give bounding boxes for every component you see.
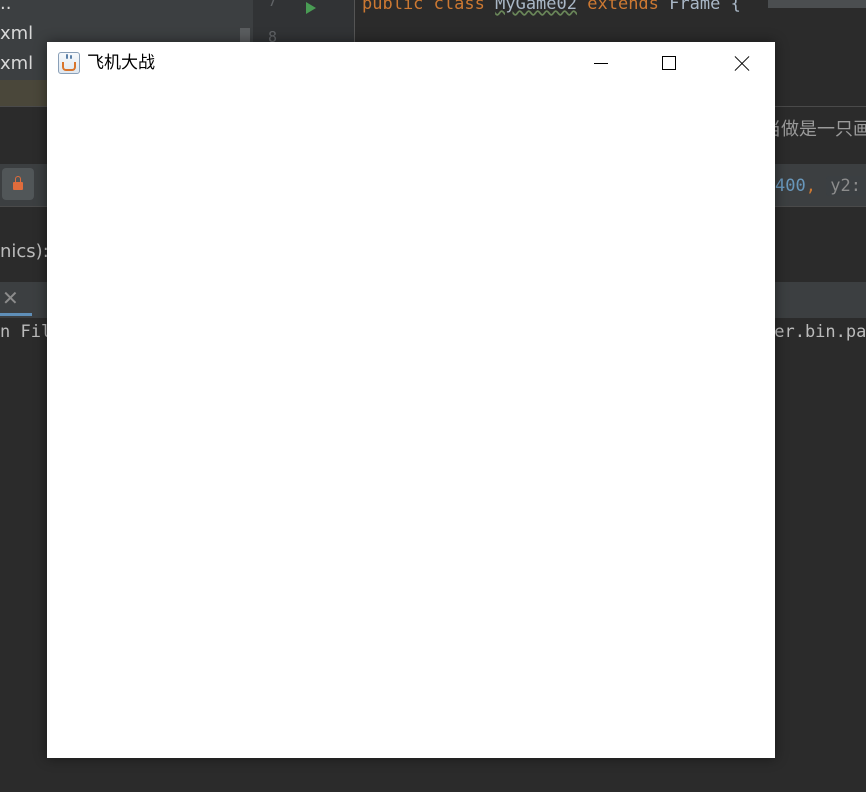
window-title: 飞机大战 [87, 53, 155, 73]
code-class-name: MyGame02 [495, 0, 577, 14]
game-canvas[interactable] [47, 85, 775, 758]
project-item[interactable]: .. [0, 0, 253, 18]
console-output: her.bin.pa [764, 322, 866, 342]
project-item-label: .. [0, 0, 12, 14]
code-keyword: extends [587, 0, 659, 14]
code-comment: 当做是一只画 [763, 119, 866, 140]
window-titlebar[interactable]: 飞机大战 [47, 42, 775, 85]
line-number: 7 [268, 0, 278, 10]
game-window[interactable]: 飞机大战 [47, 42, 775, 758]
minimize-button[interactable] [573, 42, 629, 85]
project-item-label: xml [0, 23, 34, 44]
maximize-button[interactable] [641, 42, 697, 85]
close-tab-icon[interactable]: ✕ [2, 288, 19, 308]
parameter-hint: 400, y2: 4 [775, 172, 866, 200]
code-parent-class: Frame [669, 0, 721, 14]
project-item-label: xml [0, 53, 34, 74]
hint-value: 400 [775, 176, 806, 196]
lock-button[interactable] [2, 168, 34, 200]
code-keyword: class [433, 0, 485, 14]
run-gutter-icon[interactable] [306, 2, 316, 14]
code-line: public class MyGame02 extends Frame { [362, 0, 741, 14]
hint-param-name: y2: [826, 176, 865, 196]
code-keyword: public [362, 0, 424, 14]
code-brace: { [730, 0, 741, 14]
editor-scrollbar[interactable] [768, 0, 866, 8]
active-tab-indicator [0, 313, 32, 316]
java-cup-icon[interactable] [58, 52, 80, 74]
hint-comma: , [805, 176, 816, 196]
close-button[interactable] [711, 42, 767, 85]
lock-icon [13, 176, 23, 190]
